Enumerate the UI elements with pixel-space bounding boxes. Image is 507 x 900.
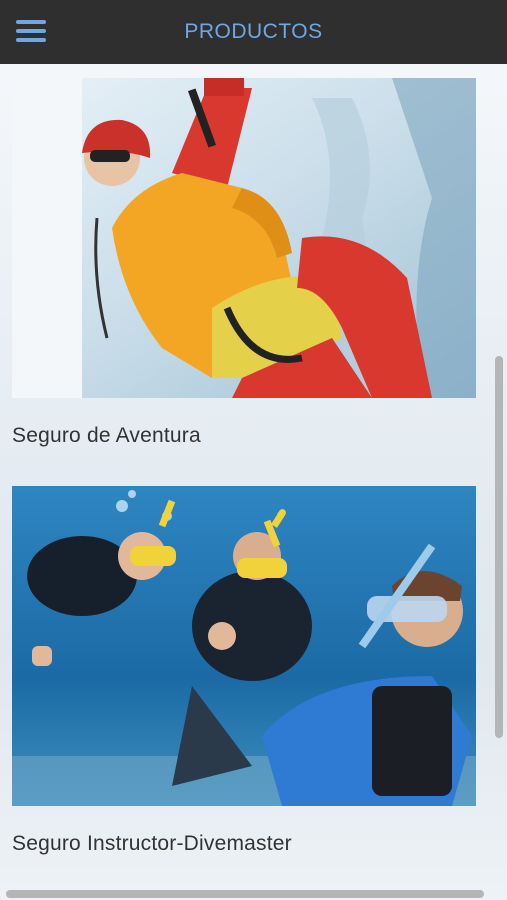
scuba-divers-photo[interactable]: [12, 486, 476, 806]
product-list[interactable]: Seguro de Aventura Seguro Instructor-Div…: [0, 64, 507, 900]
product-card-divemaster[interactable]: Seguro Instructor-Divemaster: [12, 486, 476, 856]
ice-climber-photo[interactable]: [12, 78, 476, 398]
app-bar: PRODUCTOS: [0, 0, 507, 64]
product-card-aventura[interactable]: Seguro de Aventura: [12, 78, 476, 448]
product-label[interactable]: Seguro de Aventura: [12, 424, 476, 448]
product-label[interactable]: Seguro Instructor-Divemaster: [12, 832, 476, 856]
page-title: PRODUCTOS: [184, 20, 323, 43]
horizontal-scrollbar[interactable]: [6, 890, 484, 898]
hamburger-menu-icon[interactable]: [16, 20, 46, 44]
vertical-scrollbar[interactable]: [495, 356, 503, 738]
